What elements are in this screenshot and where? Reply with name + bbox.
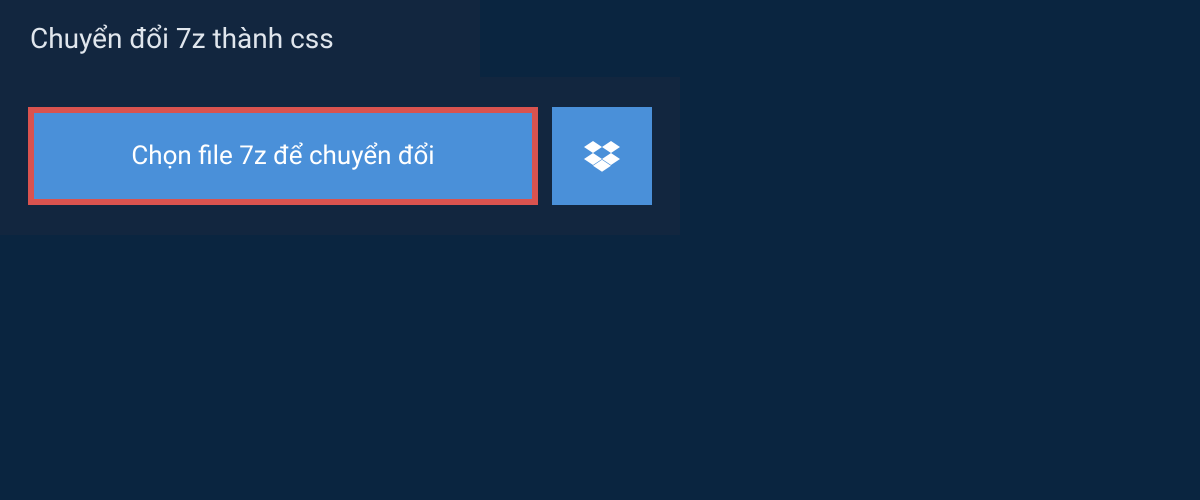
dropbox-button[interactable] <box>552 107 652 205</box>
upload-panel: Chọn file 7z để chuyển đổi <box>0 77 680 235</box>
dropbox-icon <box>584 138 620 174</box>
page-title-container: Chuyển đổi 7z thành css <box>0 0 480 77</box>
page-title: Chuyển đổi 7z thành css <box>30 22 450 55</box>
choose-file-button[interactable]: Chọn file 7z để chuyển đổi <box>28 107 538 205</box>
choose-file-label: Chọn file 7z để chuyển đổi <box>131 141 434 171</box>
